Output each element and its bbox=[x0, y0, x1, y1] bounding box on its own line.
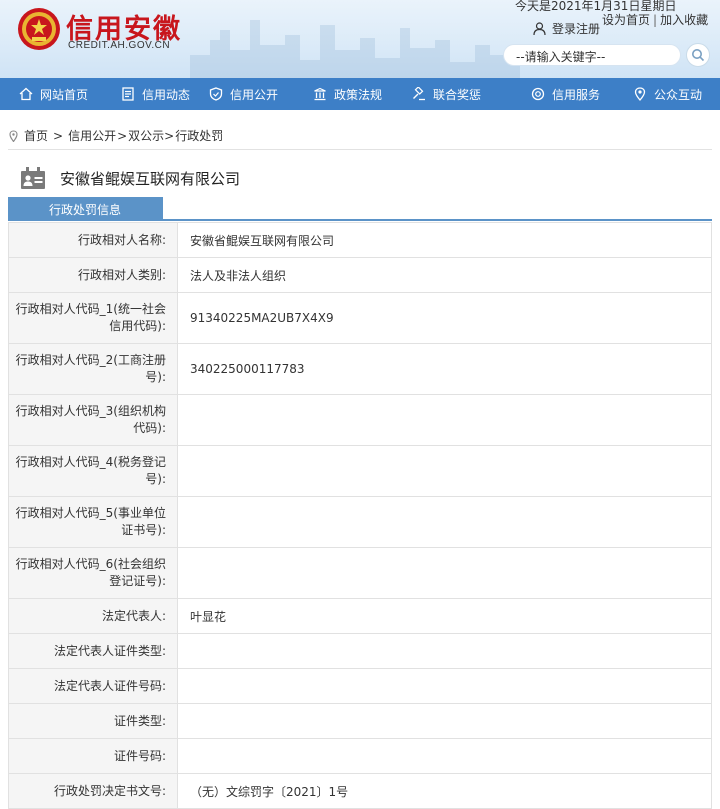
table-row: 法定代表人证件号码: bbox=[8, 668, 712, 704]
skyline-decoration bbox=[190, 20, 520, 78]
shield-icon bbox=[209, 87, 223, 101]
company-heading: 安徽省鲲娱互联网有限公司 bbox=[20, 166, 240, 190]
field-label: 行政相对人代码_1(统一社会信用代码): bbox=[8, 292, 178, 344]
breadcrumb-double-publicity[interactable]: 双公示 bbox=[128, 127, 164, 144]
field-value: 安徽省鲲娱互联网有限公司 bbox=[177, 222, 712, 258]
search-icon bbox=[692, 49, 705, 62]
breadcrumb: 首页 > 信用公开 > 双公示 > 行政处罚 bbox=[9, 127, 223, 144]
field-value bbox=[177, 633, 712, 669]
field-label: 行政相对人代码_4(税务登记号): bbox=[8, 445, 178, 497]
table-row: 证件类型: bbox=[8, 703, 712, 739]
field-label: 法定代表人证件号码: bbox=[8, 668, 178, 704]
user-icon bbox=[533, 21, 546, 35]
breadcrumb-credit-public[interactable]: 信用公开 bbox=[68, 127, 116, 144]
policy-icon bbox=[314, 87, 326, 101]
field-value bbox=[177, 668, 712, 704]
field-value bbox=[177, 445, 712, 497]
table-row: 行政相对人代码_2(工商注册号): 340225000117783 bbox=[8, 343, 712, 395]
table-row: 行政相对人代码_6(社会组织登记证号): bbox=[8, 547, 712, 599]
nav-item-credit-service[interactable]: 信用服务 bbox=[513, 78, 614, 110]
nav-label: 公众互动 bbox=[654, 87, 703, 102]
login-label: 登录注册 bbox=[552, 22, 601, 36]
divider bbox=[8, 149, 712, 150]
breadcrumb-separator: > bbox=[117, 128, 128, 143]
table-row: 行政相对人名称: 安徽省鲲娱互联网有限公司 bbox=[8, 222, 712, 258]
field-value: 340225000117783 bbox=[177, 343, 712, 395]
site-domain: CREDIT.AH.GOV.CN bbox=[68, 40, 171, 51]
table-row: 行政处罚决定书文号: （无）文综罚字〔2021〕1号 bbox=[8, 773, 712, 809]
link-separator: | bbox=[653, 13, 658, 27]
table-row: 证件号码: bbox=[8, 738, 712, 774]
field-label: 行政相对人代码_3(组织机构代码): bbox=[8, 394, 178, 446]
nav-label: 网站首页 bbox=[40, 87, 89, 102]
main-nav: 网站首页 信用动态 信用公开 政策法规 联合奖惩 信用服务 公众互动 bbox=[0, 78, 720, 110]
nav-label: 信用公开 bbox=[230, 87, 279, 102]
field-label: 行政相对人代码_5(事业单位证书号): bbox=[8, 496, 178, 548]
field-label: 行政相对人类别: bbox=[8, 257, 178, 293]
location-icon bbox=[634, 87, 646, 101]
breadcrumb-separator: > bbox=[164, 128, 175, 143]
field-value: （无）文综罚字〔2021〕1号 bbox=[177, 773, 712, 809]
set-home-link[interactable]: 设为首页 bbox=[602, 13, 650, 27]
tab-underline bbox=[8, 219, 712, 221]
nav-item-credit-public[interactable]: 信用公开 bbox=[206, 78, 309, 110]
field-value bbox=[177, 496, 712, 548]
field-label: 行政处罚决定书文号: bbox=[8, 773, 178, 809]
field-value bbox=[177, 394, 712, 446]
service-icon bbox=[531, 87, 545, 101]
breadcrumb-admin-penalty[interactable]: 行政处罚 bbox=[175, 127, 223, 144]
login-register-link[interactable]: 登录注册 bbox=[533, 20, 600, 37]
field-label: 行政相对人代码_2(工商注册号): bbox=[8, 343, 178, 395]
field-value: 叶显花 bbox=[177, 598, 712, 634]
table-row: 行政相对人代码_4(税务登记号): bbox=[8, 445, 712, 497]
field-label: 行政相对人名称: bbox=[8, 222, 178, 258]
tab-admin-penalty-info[interactable]: 行政处罚信息 bbox=[8, 197, 163, 220]
nav-item-home[interactable]: 网站首页 bbox=[0, 78, 102, 110]
field-label: 法定代表人: bbox=[8, 598, 178, 634]
field-label: 行政相对人代码_6(社会组织登记证号): bbox=[8, 547, 178, 599]
location-pin-icon bbox=[9, 129, 18, 142]
site-header: 信用安徽 CREDIT.AH.GOV.CN 今天是2021年1月31日星期日 设… bbox=[0, 0, 720, 78]
top-links: 设为首页 | 加入收藏 bbox=[602, 11, 708, 28]
field-value bbox=[177, 547, 712, 599]
field-value: 法人及非法人组织 bbox=[177, 257, 712, 293]
nav-label: 信用服务 bbox=[552, 87, 601, 102]
nav-item-joint-reward[interactable]: 联合奖惩 bbox=[410, 78, 513, 110]
breadcrumb-home[interactable]: 首页 bbox=[24, 127, 48, 144]
field-label: 证件类型: bbox=[8, 703, 178, 739]
table-row: 行政相对人代码_5(事业单位证书号): bbox=[8, 496, 712, 548]
field-value bbox=[177, 703, 712, 739]
nav-item-public-interaction[interactable]: 公众互动 bbox=[614, 78, 720, 110]
breadcrumb-separator: > bbox=[53, 128, 64, 143]
table-row: 法定代表人: 叶显花 bbox=[8, 598, 712, 634]
field-value: 91340225MA2UB7X4X9 bbox=[177, 292, 712, 344]
field-label: 证件号码: bbox=[8, 738, 178, 774]
field-value bbox=[177, 738, 712, 774]
company-name: 安徽省鲲娱互联网有限公司 bbox=[60, 169, 241, 188]
table-row: 行政相对人类别: 法人及非法人组织 bbox=[8, 257, 712, 293]
search-input[interactable]: --请输入关键字-- bbox=[503, 44, 681, 66]
add-favorite-link[interactable]: 加入收藏 bbox=[660, 13, 708, 27]
nav-label: 联合奖惩 bbox=[433, 87, 482, 102]
table-row: 法定代表人证件类型: bbox=[8, 633, 712, 669]
search-button[interactable] bbox=[686, 43, 710, 67]
table-row: 行政相对人代码_1(统一社会信用代码): 91340225MA2UB7X4X9 bbox=[8, 292, 712, 344]
home-icon bbox=[19, 87, 33, 101]
penalty-info-table: 行政相对人名称: 安徽省鲲娱互联网有限公司 行政相对人类别: 法人及非法人组织 行政… bbox=[8, 222, 712, 809]
nav-label: 政策法规 bbox=[334, 87, 383, 102]
news-icon bbox=[122, 87, 134, 101]
nav-item-credit-news[interactable]: 信用动态 bbox=[102, 78, 206, 110]
national-emblem-icon bbox=[18, 8, 60, 50]
gavel-icon bbox=[413, 87, 425, 101]
field-label: 法定代表人证件类型: bbox=[8, 633, 178, 669]
nav-item-policy[interactable]: 政策法规 bbox=[309, 78, 410, 110]
table-row: 行政相对人代码_3(组织机构代码): bbox=[8, 394, 712, 446]
nav-label: 信用动态 bbox=[142, 87, 191, 102]
company-card-icon bbox=[21, 167, 45, 189]
